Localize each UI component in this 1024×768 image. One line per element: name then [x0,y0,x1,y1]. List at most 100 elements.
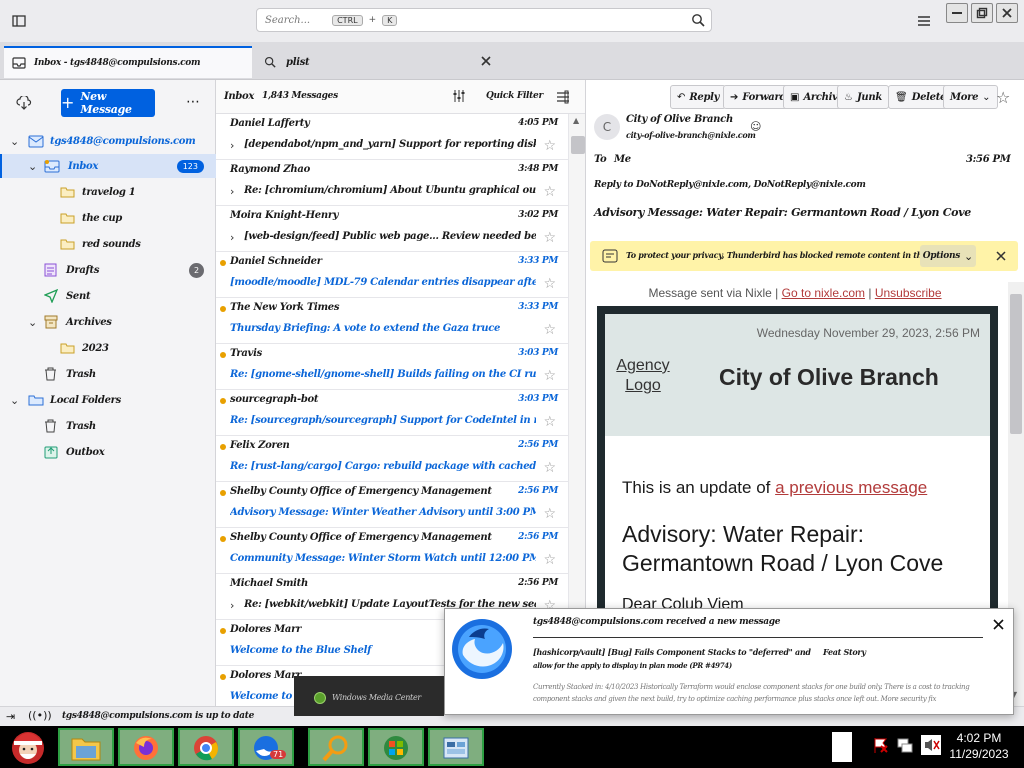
previous-message-link[interactable]: a previous message [775,478,927,497]
message-row[interactable]: Felix Zoren Re: [rust-lang/cargo] Cargo: … [216,436,568,482]
options-button[interactable]: Options ⌄ [920,245,976,267]
reply-to-value[interactable]: DoNotReply@nixle.com, DoNotReply@nixle.c… [636,180,866,190]
start-button[interactable] [2,726,56,768]
agency-logo[interactable]: Agency Logo [605,356,681,396]
search-icon[interactable] [691,13,705,27]
message-row[interactable]: Daniel Lafferty › [dependabot/npm_and_yarn… [216,114,568,160]
message-row[interactable]: Moira Knight-Henry › [web-design/feed] Pub… [216,206,568,252]
minimize-button[interactable] [946,3,968,23]
sidebar-toggle-icon[interactable] [10,12,28,30]
goto-nixle-link[interactable]: Go to nixle.com [782,286,865,300]
local-trash-label: Trash [66,420,96,432]
taskbar-search-app[interactable] [308,728,364,766]
folder-trash[interactable]: Trash [0,362,216,386]
system-clock[interactable]: 4:02 PM 11/29/2023 [944,730,1014,762]
maximize-button[interactable] [971,3,993,23]
global-search-input[interactable]: Search... CTRL + K [256,8,712,32]
folder-sent[interactable]: Sent [0,284,216,308]
quick-filter-button[interactable]: Quick Filter [486,91,543,101]
chevron-down-icon[interactable]: ⌄ [28,316,37,329]
tab-search[interactable]: plist [256,46,500,78]
action-center-flag-icon[interactable] [872,736,890,754]
folder-drafts[interactable]: Drafts 2 [0,258,216,282]
star-icon[interactable]: ☆ [996,88,1010,107]
star-icon[interactable]: ☆ [543,138,556,154]
chevron-right-icon[interactable]: › [230,139,234,152]
folder-sub2[interactable]: the cup [0,206,216,230]
more-options-icon[interactable]: ⋯ [186,94,200,110]
message-row[interactable]: The New York Times Thursday Briefing: A v… [216,298,568,344]
more-button[interactable]: More ⌄ [943,85,998,109]
folder-local-trash[interactable]: Trash [0,414,216,438]
network-icon[interactable] [896,736,914,754]
close-window-button[interactable] [996,3,1018,23]
star-icon[interactable]: ☆ [543,184,556,200]
close-tab-icon[interactable] [480,55,492,67]
media-center-preview[interactable]: Windows Media Center [294,676,444,716]
message-sender: The New York Times [230,302,340,313]
filter-sliders-icon[interactable] [452,89,465,103]
taskbar-control-panel[interactable] [428,728,484,766]
close-notification-icon[interactable] [991,617,1005,631]
star-icon[interactable]: ☆ [543,552,556,568]
folder-inbox[interactable]: ⌄ Inbox 123 [0,154,216,178]
star-icon[interactable]: ☆ [543,460,556,476]
drafts-count-badge: 2 [189,262,204,278]
archive-year-label: 2023 [82,342,109,354]
folder-archive-year[interactable]: 2023 [0,336,216,360]
local-folders-label: Local Folders [50,394,121,406]
drafts-icon [44,263,57,277]
taskbar-file-explorer[interactable] [58,728,114,766]
taskbar-thunderbird[interactable]: 71 [238,728,294,766]
volume-icon[interactable] [920,734,942,756]
taskbar-firefox[interactable] [118,728,174,766]
chevron-right-icon[interactable]: › [230,185,234,198]
pane-toggle-icon[interactable]: ⇥ [6,710,15,723]
list-display-options-icon[interactable] [556,90,570,104]
junk-button[interactable]: ♨ Junk [837,85,889,109]
message-row[interactable]: sourcegraph-bot Re: [sourcegraph/sourcegr… [216,390,568,436]
folder-sub1[interactable]: travelog 1 [0,180,216,204]
folder-account[interactable]: ⌄ tgs4848@compulsions.com [0,129,216,153]
tab-inbox[interactable]: Inbox - tgs4848@compulsions.com [4,46,252,78]
star-icon[interactable]: ☆ [543,368,556,384]
chevron-down-icon[interactable]: ⌄ [10,135,19,148]
nixle-links: Message sent via Nixle | Go to nixle.com… [648,286,942,300]
star-icon[interactable]: ☆ [543,230,556,246]
message-sender: Daniel Lafferty [230,118,310,129]
folder-sub3[interactable]: red sounds [0,232,216,256]
star-icon[interactable]: ☆ [543,414,556,430]
star-icon[interactable]: ☆ [543,506,556,522]
chevron-right-icon[interactable]: › [230,231,234,244]
search-icon [264,56,276,68]
from-name[interactable]: City of Olive Branch [626,114,733,125]
message-row[interactable]: Shelby County Office of Emergency Manage… [216,482,568,528]
close-notice-button[interactable] [990,245,1012,267]
message-row[interactable]: Shelby County Office of Emergency Manage… [216,528,568,574]
new-mail-notification[interactable]: tgs4848@compulsions.com received a new m… [444,608,1014,715]
message-row[interactable]: Travis Re: [gnome-shell/gnome-shell] Buil… [216,344,568,390]
taskbar-media-center[interactable] [368,728,424,766]
reply-button[interactable]: ↶ Reply [670,85,727,109]
chevron-down-icon[interactable]: ⌄ [10,394,19,407]
online-status-icon[interactable]: ((•)) [28,709,52,722]
chevron-right-icon[interactable]: › [230,599,234,612]
shortcut-plus: + [368,15,377,25]
message-sender: Moira Knight-Henry [230,210,339,221]
email-date: Wednesday November 29, 2023, 2:56 PM [756,326,980,340]
folder-archives[interactable]: ⌄ Archives [0,310,216,334]
unsubscribe-link[interactable]: Unsubscribe [875,286,942,300]
star-icon[interactable]: ☆ [543,322,556,338]
folder-local[interactable]: ⌄ Local Folders [0,388,216,412]
folder-outbox[interactable]: Outbox [0,440,216,464]
to-value[interactable]: Me [614,154,631,165]
new-message-button[interactable]: + New Message [61,89,155,117]
message-date: 3:03 PM [518,394,558,404]
chevron-down-icon[interactable]: ⌄ [28,160,37,173]
app-menu-icon[interactable] [916,14,932,28]
message-row[interactable]: Raymond Zhao › Re: [chromium/chromium] Abo… [216,160,568,206]
message-row[interactable]: Daniel Schneider [moodle/moodle] MDL-79 C… [216,252,568,298]
star-icon[interactable]: ☆ [543,276,556,292]
taskbar-chrome[interactable] [178,728,234,766]
get-messages-icon[interactable] [16,96,32,110]
